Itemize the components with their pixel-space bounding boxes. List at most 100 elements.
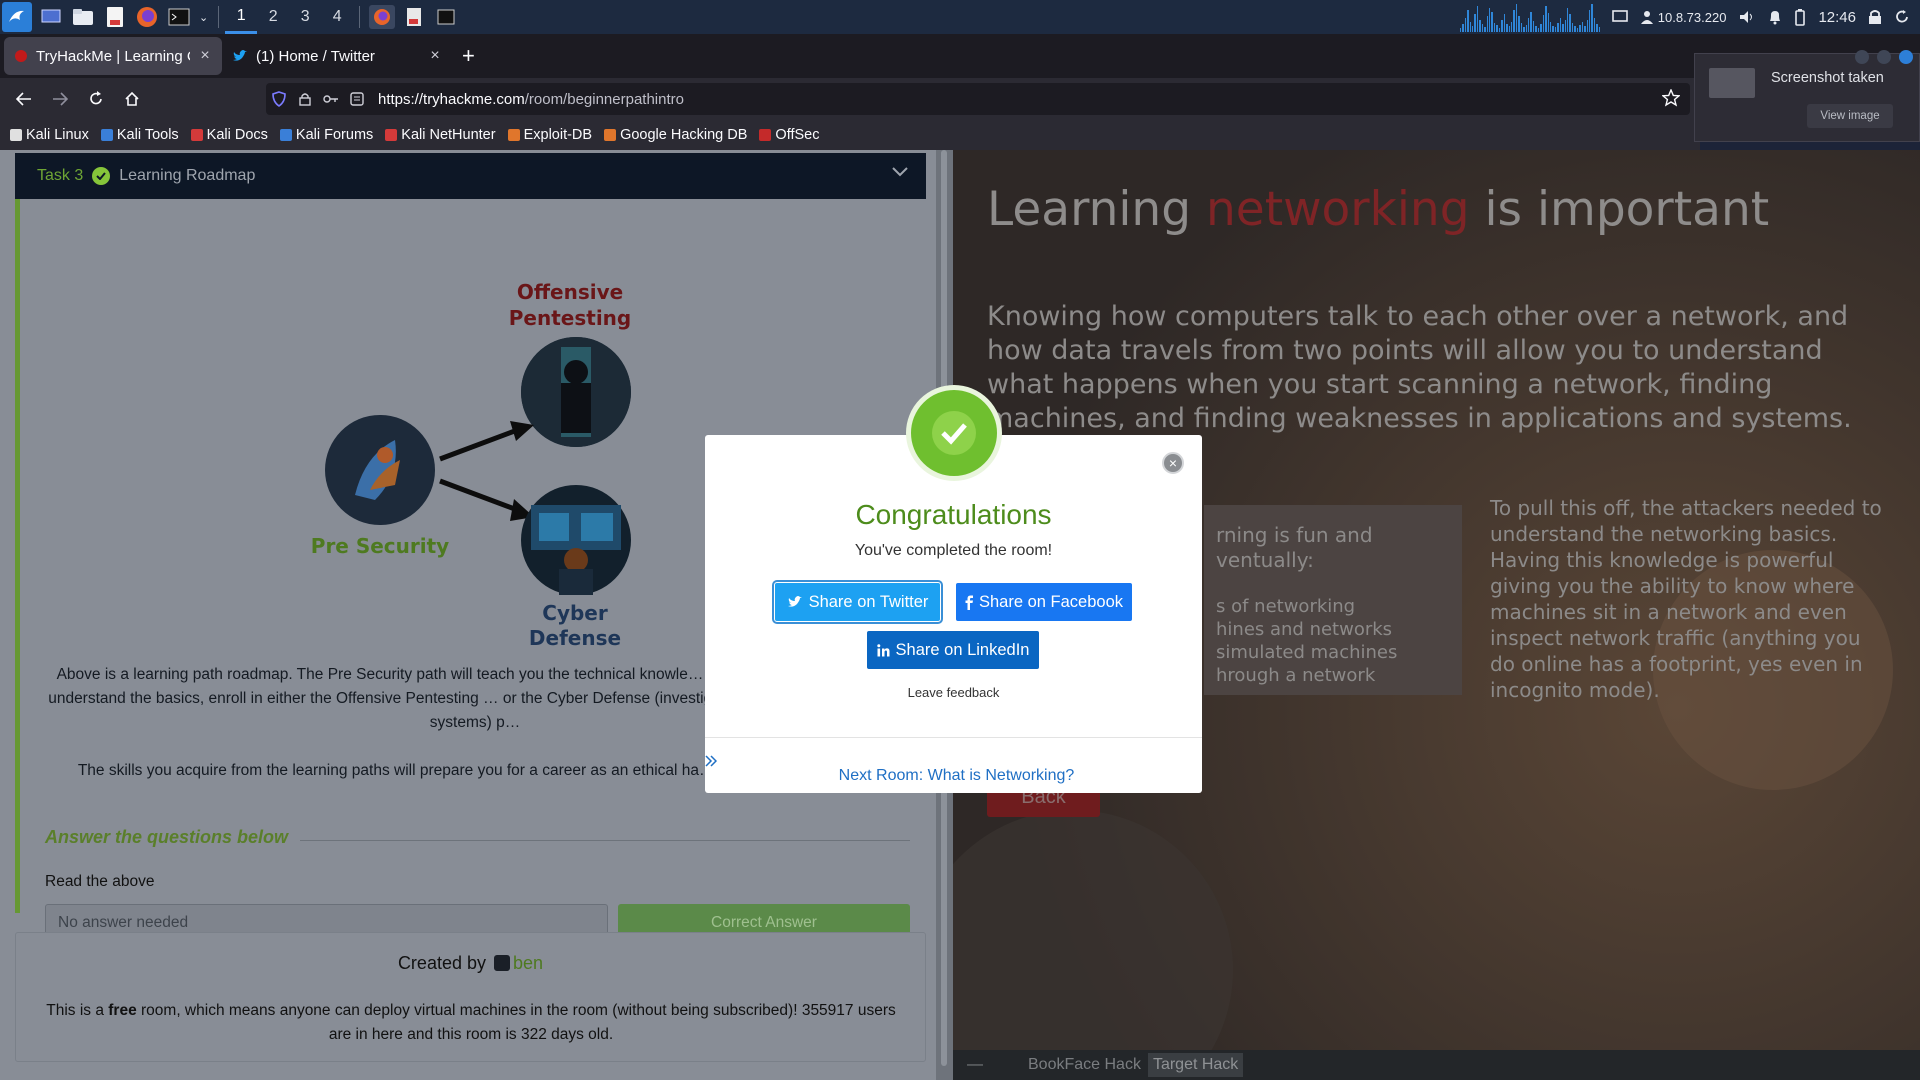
- linkedin-icon: [876, 643, 890, 657]
- next-room-label: Next Room: What is Networking?: [838, 767, 1075, 784]
- bookmarks-bar: Kali Linux Kali Tools Kali Docs Kali Forums…: [0, 120, 1700, 150]
- bookmark-item[interactable]: OffSec: [759, 127, 819, 143]
- share-twitter-label: Share on Twitter: [808, 592, 929, 611]
- person-icon: [1640, 10, 1654, 24]
- bookmark-label: Kali NetHunter: [401, 127, 496, 143]
- facebook-icon: [965, 595, 973, 610]
- twitter-icon: [787, 595, 803, 609]
- terminal-icon[interactable]: [166, 5, 192, 29]
- bookmark-item[interactable]: Kali NetHunter: [385, 127, 496, 143]
- modal-title: Congratulations: [855, 499, 1052, 530]
- workspace-3[interactable]: 3: [289, 0, 321, 34]
- tryhackme-favicon-icon: [14, 49, 28, 63]
- browser-tab-bar: TryHackMe | Learning Cyb × (1) Home / Tw…: [0, 34, 1920, 78]
- chevron-down-icon[interactable]: ⌄: [199, 11, 208, 24]
- window-controls: [1855, 50, 1913, 64]
- bookmark-icon: [279, 129, 292, 141]
- congratulations-modal: × Congratulations You've completed the r…: [705, 435, 1202, 793]
- bookmark-icon: [10, 129, 22, 141]
- bookmark-item[interactable]: Kali Tools: [100, 127, 179, 143]
- tab-twitter[interactable]: (1) Home / Twitter ×: [222, 37, 452, 75]
- volume-icon[interactable]: [1738, 9, 1756, 25]
- file-manager-icon[interactable]: [70, 5, 96, 29]
- workspace-2[interactable]: 2: [257, 0, 289, 34]
- close-modal-button[interactable]: ×: [1162, 452, 1184, 474]
- battery-icon[interactable]: [1794, 8, 1806, 26]
- tab-title: (1) Home / Twitter: [256, 47, 375, 65]
- new-tab-button[interactable]: +: [462, 43, 475, 69]
- vpn-ip: 10.8.73.220: [1657, 9, 1727, 25]
- bookmark-icon: [385, 129, 398, 141]
- url-bar[interactable]: https://tryhackme.com/room/beginnerpathi…: [266, 83, 1690, 115]
- cpu-graph: [1459, 2, 1601, 32]
- bookmark-icon: [100, 129, 113, 141]
- system-taskbar: ⌄ 1 2 3 4 10.8.73.220 12:46: [0, 0, 1920, 34]
- lock-icon[interactable]: [292, 92, 318, 106]
- minimize-icon[interactable]: [1855, 50, 1869, 64]
- key-icon[interactable]: [318, 94, 344, 104]
- bookmark-item[interactable]: Kali Forums: [279, 127, 374, 143]
- lock-icon[interactable]: [1868, 9, 1882, 25]
- back-icon[interactable]: [6, 81, 42, 117]
- bookmark-label: Kali Docs: [206, 127, 268, 143]
- kali-menu-icon[interactable]: [2, 2, 32, 32]
- firefox-window-icon[interactable]: [369, 5, 396, 29]
- browser-nav-bar: https://tryhackme.com/room/beginnerpathi…: [0, 78, 1700, 120]
- close-tab-icon[interactable]: ×: [428, 47, 442, 65]
- power-refresh-icon[interactable]: [1894, 9, 1910, 25]
- next-room-link[interactable]: Next Room: What is Networking?: [705, 755, 1202, 785]
- bookmark-label: Kali Linux: [26, 127, 89, 143]
- forward-icon[interactable]: [42, 81, 78, 117]
- view-image-button[interactable]: View image: [1807, 104, 1893, 128]
- taskbar-separator: [359, 6, 361, 28]
- url-path: /room/beginnerpathintro: [524, 90, 684, 108]
- workspace-4[interactable]: 4: [321, 0, 353, 34]
- tab-tryhackme[interactable]: TryHackMe | Learning Cyb ×: [4, 37, 222, 75]
- bookmark-item[interactable]: Google Hacking DB: [604, 127, 747, 143]
- close-icon[interactable]: [1899, 50, 1913, 64]
- home-icon[interactable]: [114, 81, 150, 117]
- url-domain: https://tryhackme.com: [378, 90, 525, 108]
- share-facebook-button[interactable]: Share on Facebook: [956, 583, 1132, 621]
- display-icon[interactable]: [1611, 10, 1628, 24]
- tab-title: TryHackMe | Learning Cyb: [36, 47, 190, 65]
- clock[interactable]: 12:46: [1818, 9, 1856, 26]
- editor-window-icon[interactable]: [401, 5, 427, 29]
- success-badge: [906, 385, 1002, 481]
- page-info-icon[interactable]: [344, 92, 370, 106]
- leave-feedback-link[interactable]: Leave feedback: [705, 685, 1202, 700]
- bookmark-item[interactable]: Kali Linux: [10, 127, 89, 143]
- close-tab-icon[interactable]: ×: [198, 47, 212, 65]
- bookmark-icon: [604, 129, 617, 141]
- bookmark-label: Google Hacking DB: [620, 127, 748, 143]
- shield-icon[interactable]: [266, 91, 292, 107]
- desktop-icon[interactable]: [38, 5, 64, 29]
- bookmark-icon: [507, 129, 520, 141]
- reload-icon[interactable]: [78, 81, 114, 117]
- workspace-1[interactable]: 1: [225, 0, 258, 34]
- vpn-indicator[interactable]: 10.8.73.220: [1640, 9, 1727, 25]
- share-linkedin-button[interactable]: Share on LinkedIn: [867, 631, 1039, 669]
- share-linkedin-label: Share on LinkedIn: [895, 640, 1030, 659]
- bookmark-icon: [190, 129, 203, 141]
- screenshot-thumbnail[interactable]: [1709, 68, 1755, 98]
- bookmark-label: Kali Forums: [295, 127, 374, 143]
- firefox-icon[interactable]: [134, 5, 160, 29]
- maximize-icon[interactable]: [1877, 50, 1891, 64]
- modal-divider: [705, 737, 1202, 738]
- bookmark-label: Exploit-DB: [523, 127, 593, 143]
- bookmark-label: Kali Tools: [116, 127, 179, 143]
- twitter-favicon-icon: [232, 49, 248, 63]
- bookmark-item[interactable]: Exploit-DB: [507, 127, 593, 143]
- terminal-window-icon[interactable]: [433, 5, 459, 29]
- share-twitter-button[interactable]: Share on Twitter: [772, 580, 943, 624]
- check-badge-icon: [932, 411, 976, 455]
- screenshot-notification[interactable]: Screenshot taken View image: [1694, 50, 1920, 142]
- text-editor-icon[interactable]: [102, 5, 128, 29]
- bookmark-star-icon[interactable]: [1662, 89, 1680, 107]
- bell-icon[interactable]: [1768, 9, 1782, 25]
- bookmark-item[interactable]: Kali Docs: [190, 127, 268, 143]
- notification-title: Screenshot taken: [1771, 70, 1884, 86]
- url-text[interactable]: https://tryhackme.com/room/beginnerpathi…: [378, 91, 684, 108]
- share-facebook-label: Share on Facebook: [978, 592, 1123, 611]
